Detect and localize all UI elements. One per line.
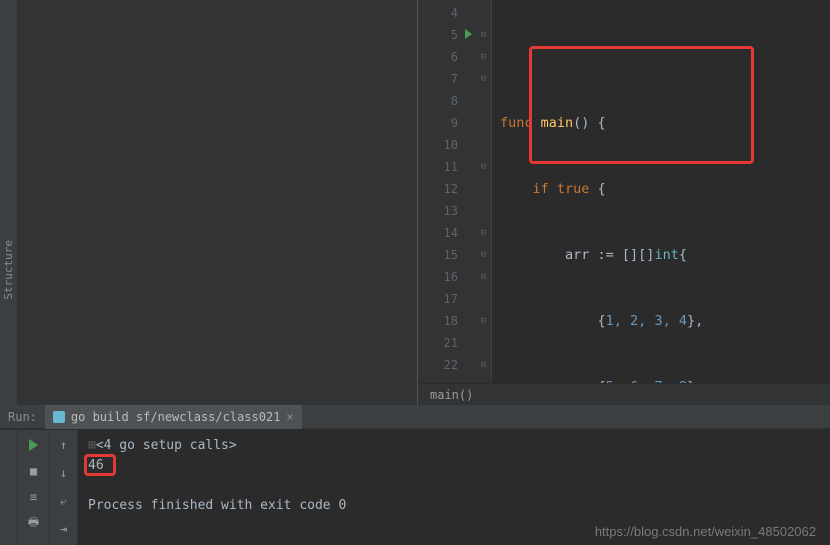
line-number: 17 bbox=[418, 288, 458, 310]
run-header: Run: go build sf/newclass/class021 × bbox=[0, 405, 830, 429]
line-number: 5 bbox=[418, 24, 458, 46]
line-number: 9 bbox=[418, 112, 458, 134]
fold-icon[interactable] bbox=[476, 156, 491, 178]
scroll-down-button[interactable]: ↓ bbox=[55, 464, 73, 482]
fold-icon[interactable] bbox=[476, 266, 491, 288]
play-icon bbox=[29, 439, 38, 451]
line-number: 11 bbox=[418, 156, 458, 178]
stop-button[interactable]: ■ bbox=[25, 462, 43, 480]
console-line bbox=[88, 476, 820, 496]
structure-tab-label[interactable]: Structure bbox=[2, 240, 15, 300]
rerun-button[interactable] bbox=[25, 436, 43, 454]
run-toolbar: ■ ≡ 🖶 bbox=[18, 430, 50, 545]
code-line[interactable]: arr := [][]int{ bbox=[500, 244, 830, 266]
console-line: Process finished with exit code 0 bbox=[88, 496, 820, 516]
line-number: 8 bbox=[418, 90, 458, 112]
fold-column[interactable] bbox=[476, 0, 492, 383]
line-number: 14 bbox=[418, 222, 458, 244]
line-number: 16 bbox=[418, 266, 458, 288]
print-button[interactable]: 🖶 bbox=[25, 514, 43, 532]
line-number: 22 bbox=[418, 354, 458, 376]
left-tool-strip: Structure bbox=[0, 0, 18, 405]
left-tool-strip-run bbox=[0, 430, 18, 545]
line-number: 12 bbox=[418, 178, 458, 200]
code-body: 4 5 6 7 8 9 10 11 12 13 14 15 16 17 18 2… bbox=[418, 0, 830, 383]
code-line[interactable]: if true { bbox=[500, 178, 830, 200]
fold-icon[interactable] bbox=[476, 354, 491, 376]
line-number: 10 bbox=[418, 134, 458, 156]
close-icon[interactable]: × bbox=[286, 410, 293, 424]
run-tab[interactable]: go build sf/newclass/class021 × bbox=[45, 405, 302, 429]
fold-icon[interactable] bbox=[476, 310, 491, 332]
go-icon bbox=[53, 411, 65, 423]
line-number: 21 bbox=[418, 332, 458, 354]
fold-icon[interactable] bbox=[476, 68, 491, 90]
fold-icon[interactable] bbox=[476, 46, 491, 68]
run-label: Run: bbox=[0, 410, 45, 424]
console-line: ⊞<4 go setup calls> bbox=[88, 436, 820, 456]
line-gutter[interactable]: 4 5 6 7 8 9 10 11 12 13 14 15 16 17 18 2… bbox=[418, 0, 476, 383]
layout-button[interactable]: ≡ bbox=[25, 488, 43, 506]
line-number: 13 bbox=[418, 200, 458, 222]
run-tab-title: go build sf/newclass/class021 bbox=[71, 410, 281, 424]
code-editor[interactable]: func main() { if true { arr := [][]int{ … bbox=[492, 0, 830, 383]
line-number: 7 bbox=[418, 68, 458, 90]
code-line[interactable] bbox=[500, 46, 830, 68]
line-number: 15 bbox=[418, 244, 458, 266]
run-toolbar-2: ↑ ↓ ⤶ ⇥ bbox=[50, 430, 78, 545]
fold-icon[interactable] bbox=[476, 24, 491, 46]
scroll-up-button[interactable]: ↑ bbox=[55, 436, 73, 454]
run-marker-icon[interactable] bbox=[465, 29, 472, 39]
fold-icon[interactable] bbox=[476, 222, 491, 244]
code-line[interactable]: func main() { bbox=[500, 112, 830, 134]
expand-icon[interactable]: ⊞ bbox=[88, 438, 96, 453]
code-line[interactable]: {1, 2, 3, 4}, bbox=[500, 310, 830, 332]
code-panel: 4 5 6 7 8 9 10 11 12 13 14 15 16 17 18 2… bbox=[418, 0, 830, 405]
line-number: 4 bbox=[418, 2, 458, 24]
line-number: 18 bbox=[418, 310, 458, 332]
scroll-end-button[interactable]: ⇥ bbox=[55, 520, 73, 538]
soft-wrap-button[interactable]: ⤶ bbox=[55, 492, 73, 510]
fold-icon[interactable] bbox=[476, 244, 491, 266]
breadcrumb[interactable]: main() bbox=[418, 383, 830, 405]
code-line[interactable]: {5, 6, 7, 8}, bbox=[500, 376, 830, 383]
left-panel-blank bbox=[18, 0, 418, 405]
editor-area: Structure 4 5 6 7 8 9 10 11 12 13 14 15 … bbox=[0, 0, 830, 405]
line-number: 6 bbox=[418, 46, 458, 68]
watermark-text: https://blog.csdn.net/weixin_48502062 bbox=[595, 524, 816, 539]
console-line: 46 bbox=[88, 456, 820, 476]
